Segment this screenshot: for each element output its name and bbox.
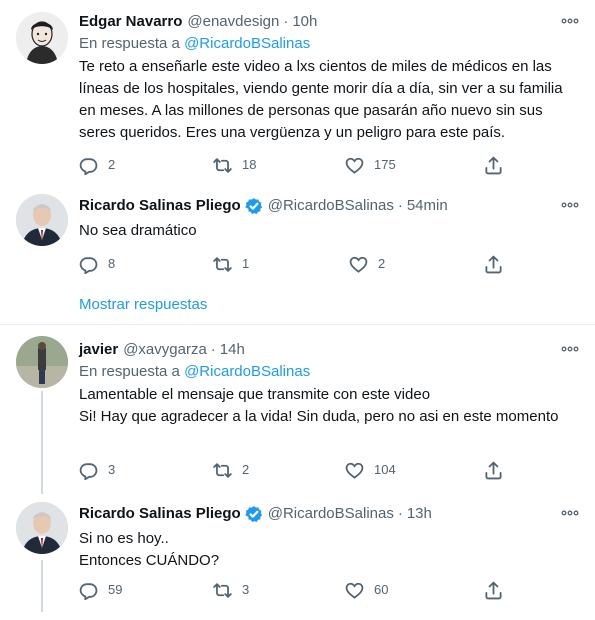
share-icon: [484, 581, 503, 600]
avatar[interactable]: [16, 336, 68, 388]
like-button[interactable]: 175: [345, 155, 396, 175]
replying-to-mention[interactable]: @RicardoBSalinas: [184, 363, 310, 380]
tweet-text: Si no es hoy.. Entonces CUÁNDO?: [79, 530, 220, 569]
tweet-header: javier @xavygarza · 14h: [79, 340, 581, 360]
avatar[interactable]: [16, 194, 68, 246]
tweet-header: Edgar Navarro @enavdesign · 10h: [79, 12, 581, 32]
heart-icon: [345, 156, 364, 175]
separator-dot: ·: [397, 505, 403, 522]
verified-badge-icon: [244, 506, 262, 522]
replying-to-prefix: En respuesta a: [79, 35, 180, 52]
replying-to-prefix: En respuesta a: [79, 363, 180, 380]
heart-icon: [345, 461, 364, 480]
tweet-ricardo-reply-2[interactable]: Ricardo Salinas Pliego @RicardoBSalinas …: [0, 502, 595, 612]
like-count: 2: [378, 256, 386, 271]
separator-dot: ·: [283, 13, 289, 30]
avatar-photo: [16, 502, 68, 554]
reply-button[interactable]: 2: [79, 155, 115, 175]
more-options-icon[interactable]: [559, 504, 581, 522]
retweet-count: 3: [242, 582, 250, 597]
reply-icon: [79, 461, 98, 480]
share-icon: [484, 255, 503, 274]
share-icon: [484, 156, 503, 175]
author-handle[interactable]: @RicardoBSalinas: [268, 196, 394, 216]
author-name[interactable]: Ricardo Salinas Pliego: [79, 504, 241, 524]
share-button[interactable]: [484, 254, 513, 274]
tweet-header: Ricardo Salinas Pliego @RicardoBSalinas …: [79, 196, 581, 216]
tweet-actions: 3 2 104: [79, 460, 509, 480]
retweet-icon: [213, 461, 232, 480]
author-name[interactable]: Ricardo Salinas Pliego: [79, 196, 241, 216]
avatar-photo: [16, 336, 68, 388]
retweet-button[interactable]: 1: [213, 254, 249, 274]
like-button[interactable]: 104: [345, 460, 396, 480]
tweet-actions: 2 18 175: [79, 155, 509, 175]
tweet-time[interactable]: 13h: [407, 504, 432, 524]
tweet-ricardo-reply-1[interactable]: Ricardo Salinas Pliego @RicardoBSalinas …: [0, 194, 595, 304]
more-options-icon[interactable]: [559, 340, 581, 358]
tweet-text: Lamentable el mensaje que transmite con …: [79, 386, 559, 425]
retweet-button[interactable]: 2: [213, 460, 249, 480]
reply-count: 3: [108, 462, 116, 477]
replying-to: En respuesta a @RicardoBSalinas: [79, 34, 581, 54]
author-name[interactable]: javier: [79, 340, 118, 360]
tweet-text: No sea dramático: [79, 222, 197, 239]
reply-count: 59: [108, 582, 123, 597]
avatar[interactable]: [16, 12, 68, 64]
author-handle[interactable]: @xavygarza: [123, 340, 207, 360]
tweet-time[interactable]: 10h: [292, 12, 317, 32]
like-button[interactable]: 60: [345, 580, 388, 600]
divider: [0, 324, 595, 325]
retweet-icon: [213, 581, 232, 600]
share-icon: [484, 461, 503, 480]
separator-dot: ·: [397, 197, 403, 214]
author-name[interactable]: Edgar Navarro: [79, 12, 182, 32]
reply-icon: [79, 255, 98, 274]
like-count: 104: [374, 462, 396, 477]
author-handle[interactable]: @enavdesign: [187, 12, 279, 32]
verified-badge-icon: [244, 198, 262, 214]
like-count: 175: [374, 157, 396, 172]
reply-count: 2: [108, 157, 116, 172]
replying-to-mention[interactable]: @RicardoBSalinas: [184, 35, 310, 52]
reply-button[interactable]: 3: [79, 460, 115, 480]
replying-to: En respuesta a @RicardoBSalinas: [79, 362, 581, 382]
more-options-icon[interactable]: [559, 12, 581, 30]
retweet-icon: [213, 156, 232, 175]
like-count: 60: [374, 582, 389, 597]
avatar-illustration: [16, 12, 68, 64]
reply-button[interactable]: 59: [79, 580, 122, 600]
avatar-photo: [16, 194, 68, 246]
tweet-time[interactable]: 54min: [407, 196, 448, 216]
share-button[interactable]: [484, 460, 513, 480]
retweet-count: 1: [242, 256, 250, 271]
retweet-count: 18: [242, 157, 257, 172]
tweet-text: Te reto a enseñarle este video a lxs cie…: [79, 58, 567, 141]
retweet-button[interactable]: 18: [213, 155, 256, 175]
more-options-icon[interactable]: [559, 196, 581, 214]
separator-dot: ·: [210, 341, 216, 358]
like-button[interactable]: 2: [349, 254, 385, 274]
reply-button[interactable]: 8: [79, 254, 115, 274]
reply-count: 8: [108, 256, 116, 271]
retweet-icon: [213, 255, 232, 274]
show-replies-link[interactable]: Mostrar respuestas: [79, 296, 207, 313]
avatar[interactable]: [16, 502, 68, 554]
heart-icon: [345, 581, 364, 600]
tweet-actions: 59 3 60: [79, 580, 509, 600]
reply-icon: [79, 581, 98, 600]
retweet-button[interactable]: 3: [213, 580, 249, 600]
tweet-header: Ricardo Salinas Pliego @RicardoBSalinas …: [79, 504, 581, 524]
tweet-javier[interactable]: javier @xavygarza · 14h En respuesta a @…: [0, 336, 595, 486]
reply-icon: [79, 156, 98, 175]
share-button[interactable]: [484, 580, 513, 600]
tweet-time[interactable]: 14h: [220, 340, 245, 360]
heart-icon: [349, 255, 368, 274]
tweet-edgar-navarro[interactable]: Edgar Navarro @enavdesign · 10h En respu…: [0, 8, 595, 180]
tweet-actions: 8 1 2: [79, 254, 509, 274]
share-button[interactable]: [484, 155, 513, 175]
retweet-count: 2: [242, 462, 250, 477]
author-handle[interactable]: @RicardoBSalinas: [268, 504, 394, 524]
